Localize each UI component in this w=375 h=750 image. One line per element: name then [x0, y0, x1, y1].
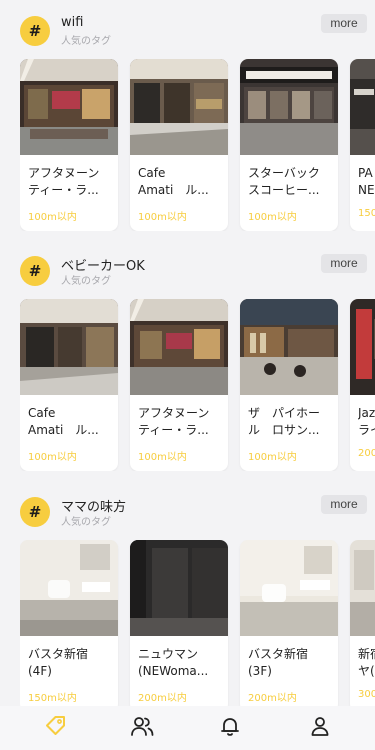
tag-subtitle: 人気のタグ: [61, 36, 111, 47]
place-distance: 100m以内: [248, 452, 297, 463]
place-photo: [130, 299, 228, 395]
tag-subtitle: 人気のタグ: [61, 517, 111, 528]
tag-subtitle: 人気のタグ: [61, 276, 111, 287]
place-card[interactable]: PA NE 150: [350, 59, 375, 231]
card-row[interactable]: Cafe Amati ル... 100m以内 アフタヌーン ティー・ラ... 1…: [20, 299, 375, 471]
place-card[interactable]: Jaz ライ 200: [350, 299, 375, 471]
place-distance: 200m以内: [248, 693, 297, 704]
place-photo: [20, 59, 118, 155]
place-photo: [350, 59, 375, 155]
tag-header[interactable]: # ママの味方 人気のタグ more: [0, 492, 375, 536]
place-name: Cafe Amati ル...: [28, 406, 99, 437]
more-button[interactable]: more: [321, 254, 367, 273]
place-name: バスタ新宿 (3F): [248, 647, 309, 678]
place-distance: 150: [358, 208, 375, 219]
tag-section-mama: # ママの味方 人気のタグ more バスタ新宿 (4F) 150m以内 ニュウ…: [0, 492, 375, 712]
place-card[interactable]: バスタ新宿 (3F) 200m以内: [240, 540, 338, 712]
place-card[interactable]: 新宿 ヤ( 300: [350, 540, 375, 712]
tag-section-stroller-ok: # ベビーカーOK 人気のタグ more Cafe Amati ル... 100…: [0, 251, 375, 471]
hash-icon: #: [20, 256, 50, 286]
place-distance: 200: [358, 448, 375, 459]
place-photo: [350, 299, 375, 395]
place-photo: [20, 540, 118, 636]
person-icon: [311, 717, 329, 736]
more-button[interactable]: more: [321, 14, 367, 33]
bottom-tab-bar: [0, 706, 375, 750]
tag-header[interactable]: # wifi 人気のタグ more: [0, 11, 375, 55]
place-card[interactable]: アフタヌーン ティー・ラ... 100m以内: [130, 299, 228, 471]
card-row[interactable]: バスタ新宿 (4F) 150m以内 ニュウマン (NEWoma... 200m以…: [20, 540, 375, 712]
screen: # wifi 人気のタグ more アフタヌーン ティー・ラ... 100m以内…: [0, 0, 375, 750]
place-card[interactable]: スターバック スコーヒー... 100m以内: [240, 59, 338, 231]
place-photo: [130, 59, 228, 155]
hash-icon: #: [20, 16, 50, 46]
place-name: 新宿 ヤ(: [358, 647, 375, 678]
place-name: PA NE: [358, 166, 375, 197]
place-name: スターバック スコーヒー...: [248, 166, 320, 197]
tag-header[interactable]: # ベビーカーOK 人気のタグ more: [0, 251, 375, 295]
place-distance: 100m以内: [138, 212, 187, 223]
tag-title: wifi: [61, 15, 84, 30]
place-photo: [240, 59, 338, 155]
place-distance: 200m以内: [138, 693, 187, 704]
tab-tags[interactable]: [38, 714, 74, 742]
hash-icon: #: [20, 497, 50, 527]
place-name: Jaz ライ: [358, 406, 375, 437]
people-icon: [131, 717, 154, 736]
place-card[interactable]: ザ パイホー ル ロサン... 100m以内: [240, 299, 338, 471]
place-distance: 100m以内: [248, 212, 297, 223]
place-card[interactable]: バスタ新宿 (4F) 150m以内: [20, 540, 118, 712]
place-name: アフタヌーン ティー・ラ...: [138, 406, 210, 437]
place-photo: [240, 299, 338, 395]
card-row[interactable]: アフタヌーン ティー・ラ... 100m以内 Cafe Amati ル... 1…: [20, 59, 375, 231]
place-distance: 100m以内: [28, 212, 77, 223]
place-card[interactable]: アフタヌーン ティー・ラ... 100m以内: [20, 59, 118, 231]
place-name: Cafe Amati ル...: [138, 166, 209, 197]
place-name: アフタヌーン ティー・ラ...: [28, 166, 100, 197]
tag-section-wifi: # wifi 人気のタグ more アフタヌーン ティー・ラ... 100m以内…: [0, 11, 375, 231]
place-distance: 300: [358, 689, 375, 700]
place-photo: [240, 540, 338, 636]
tab-mypage[interactable]: [302, 714, 338, 742]
place-distance: 100m以内: [138, 452, 187, 463]
bell-icon: [221, 718, 239, 736]
place-card[interactable]: Cafe Amati ル... 100m以内: [130, 59, 228, 231]
place-card[interactable]: ニュウマン (NEWoma... 200m以内: [130, 540, 228, 712]
place-distance: 100m以内: [28, 452, 77, 463]
place-photo: [130, 540, 228, 636]
place-photo: [20, 299, 118, 395]
place-name: バスタ新宿 (4F): [28, 647, 89, 678]
place-name: ニュウマン (NEWoma...: [138, 647, 209, 678]
tab-community[interactable]: [124, 714, 160, 742]
tab-notifications[interactable]: [212, 714, 248, 742]
more-button[interactable]: more: [321, 495, 367, 514]
tag-icon: [46, 716, 65, 735]
place-card[interactable]: Cafe Amati ル... 100m以内: [20, 299, 118, 471]
place-name: ザ パイホー ル ロサン...: [248, 406, 321, 437]
place-distance: 150m以内: [28, 693, 77, 704]
place-photo: [350, 540, 375, 636]
